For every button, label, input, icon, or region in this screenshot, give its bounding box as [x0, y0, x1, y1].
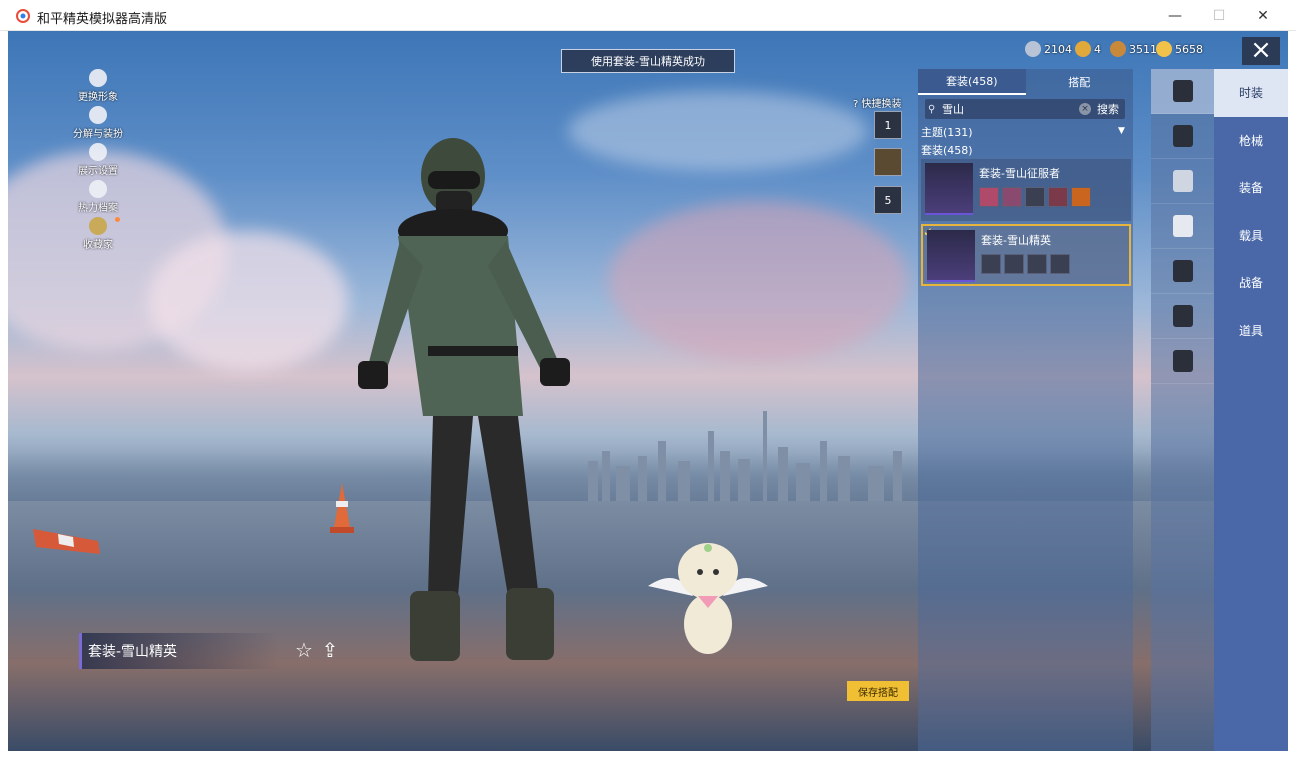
outfit-parts	[981, 254, 1070, 274]
slot-pants[interactable]	[1151, 294, 1214, 339]
slot-helmet[interactable]	[1151, 114, 1214, 159]
search-bar: ⚲ 雪山 × 搜索	[925, 99, 1125, 119]
pet-companion	[648, 543, 768, 654]
slot-boots[interactable]	[1151, 339, 1214, 384]
slot-jacket[interactable]	[1151, 249, 1214, 294]
search-input[interactable]: 雪山	[942, 101, 1079, 117]
cloud-decoration	[608, 201, 908, 361]
outfit-icon	[1172, 80, 1193, 102]
game-viewport: 更换形象 分解与装扮 展示设置 热力档案 收藏家 使用套装-雪山精英成功 210…	[8, 31, 1288, 751]
city-skyline	[588, 411, 902, 501]
menu-item-decompose[interactable]: 分解与装扮	[68, 106, 128, 143]
jacket-icon	[1172, 260, 1193, 282]
category-equipment[interactable]: 装备	[1214, 164, 1288, 212]
part-icon	[979, 187, 999, 207]
person-icon	[89, 69, 107, 87]
collector-badge-icon	[89, 217, 107, 235]
mask-icon	[1172, 215, 1193, 237]
part-icon	[1050, 254, 1070, 274]
outfit-thumbnail	[927, 230, 975, 282]
part-icon	[1027, 254, 1047, 274]
category-items[interactable]: 道具	[1214, 307, 1288, 355]
category-guns[interactable]: 枪械	[1214, 117, 1288, 165]
currency-silver: 2104	[1025, 41, 1072, 57]
silver-coin-icon	[1025, 41, 1041, 57]
menu-item-change-appearance[interactable]: 更换形象	[68, 69, 128, 106]
currency-gold: 5658	[1156, 41, 1203, 57]
menu-item-display-settings[interactable]: 展示设置	[68, 143, 128, 180]
clear-icon[interactable]: ×	[1079, 103, 1091, 115]
star-icon[interactable]: ☆	[292, 639, 316, 663]
eye-icon	[89, 143, 107, 161]
quick-slot-3[interactable]: 5	[874, 186, 902, 214]
category-sidebar: 时装 枪械 装备 载具 战备 道具	[1214, 69, 1288, 751]
category-combat[interactable]: 战备	[1214, 259, 1288, 307]
traffic-cone	[33, 529, 100, 554]
category-vehicles[interactable]: 载具	[1214, 212, 1288, 260]
slot-glasses[interactable]	[1151, 159, 1214, 204]
part-icon	[981, 254, 1001, 274]
menu-item-collector[interactable]: 收藏家	[68, 217, 128, 254]
part-icon	[1002, 187, 1022, 207]
slot-outfit[interactable]	[1151, 69, 1214, 114]
outfit-panel: 套装(458) 搭配 ⚲ 雪山 × 搜索 主题(131) ▼ 套装(458) 套…	[918, 69, 1133, 751]
current-outfit-name: 套装-雪山精英	[79, 633, 279, 669]
toast-message: 使用套装-雪山精英成功	[561, 49, 735, 73]
slot-mask[interactable]	[1151, 204, 1214, 249]
outfit-thumbnail	[925, 163, 973, 215]
close-window-button[interactable]: ✕	[1240, 0, 1286, 31]
outfit-parts	[979, 187, 1091, 207]
tab-combos[interactable]: 搭配	[1026, 69, 1134, 95]
menu-item-heat-archive[interactable]: 热力档案	[68, 180, 128, 217]
close-icon[interactable]: ×	[1242, 37, 1280, 65]
outfit-card[interactable]: 套装-雪山征服者	[921, 159, 1131, 221]
part-icon	[1071, 187, 1091, 207]
app-logo-icon	[16, 9, 30, 23]
category-fashion[interactable]: 时装	[1214, 69, 1288, 117]
quick-slot-1[interactable]: 1	[874, 111, 902, 139]
cloud-decoration	[148, 231, 348, 371]
minimize-button[interactable]: —	[1152, 0, 1198, 31]
character-model	[358, 138, 570, 661]
search-button[interactable]: 搜索	[1097, 101, 1119, 117]
bronze-coin-icon	[1110, 41, 1126, 57]
cloud-decoration	[568, 91, 868, 171]
gear-icon	[89, 106, 107, 124]
theme-row[interactable]: 主题(131)	[921, 124, 973, 140]
outfit-card-selected[interactable]: ✓ 套装-雪山精英	[921, 224, 1131, 286]
search-icon: ⚲	[928, 103, 936, 115]
notification-dot	[115, 217, 120, 222]
pants-icon	[1172, 305, 1193, 327]
maximize-button[interactable]: ☐	[1196, 0, 1242, 31]
window-title: 和平精英模拟器高清版	[37, 12, 168, 27]
chevron-down-icon[interactable]: ▼	[1118, 126, 1125, 136]
save-outfit-button[interactable]: 保存搭配	[847, 681, 909, 701]
left-menu: 更换形象 分解与装扮 展示设置 热力档案 收藏家	[68, 69, 128, 254]
part-icon	[1004, 254, 1024, 274]
title-bar: 和平精英模拟器高清版 — ☐ ✕	[0, 0, 1296, 31]
panel-tabs: 套装(458) 搭配	[918, 69, 1133, 95]
part-icon	[1048, 187, 1068, 207]
app-window: 和平精英模拟器高清版 — ☐ ✕ 更换形象 分解与装扮 展示设置 热力档案 收藏…	[0, 0, 1296, 759]
boots-icon	[1172, 350, 1193, 372]
medal-icon	[1075, 41, 1091, 57]
tab-suits[interactable]: 套装(458)	[918, 69, 1026, 95]
currency-medal: 4	[1075, 41, 1101, 57]
gold-coin-icon	[1156, 41, 1172, 57]
slot-column	[1151, 69, 1214, 751]
glasses-icon	[1172, 170, 1193, 192]
part-icon	[1025, 187, 1045, 207]
share-icon[interactable]: ⇪	[318, 639, 342, 663]
quick-slot-2[interactable]	[874, 148, 902, 176]
suit-row[interactable]: 套装(458)	[921, 142, 973, 158]
currency-bronze: 3511	[1110, 41, 1157, 57]
quick-change-label: ? 快捷换装	[853, 99, 902, 110]
flame-icon	[89, 180, 107, 198]
helmet-icon	[1172, 125, 1193, 147]
